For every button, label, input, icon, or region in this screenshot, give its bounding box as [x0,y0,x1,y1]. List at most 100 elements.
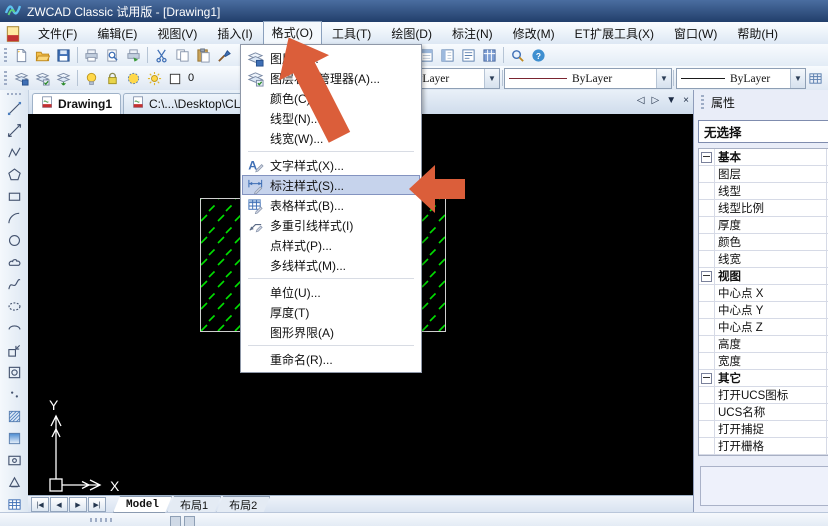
scroll-tabs-right-icon[interactable]: ▷ [652,95,660,106]
menubar-item[interactable]: 窗口(W) [664,21,727,46]
lineweight-combo[interactable]: ByLayer▼ [676,68,806,89]
property-row[interactable]: 中心点 X [699,285,828,302]
menubar-item[interactable]: 格式(O) [263,21,322,46]
layer-states-icon[interactable] [32,69,53,88]
layout-tab-model[interactable]: Model [113,496,172,513]
menu-item[interactable]: 颜色(C)... [242,88,420,108]
tab-list-icon[interactable]: ▼ [666,95,676,106]
mini-toolbar-icon[interactable] [170,516,181,526]
menubar-item[interactable]: 修改(M) [503,21,565,46]
toolbar-grip[interactable] [4,48,7,63]
menubar-item[interactable]: 插入(I) [207,21,262,46]
menu-item[interactable]: 线宽(W)... [242,128,420,148]
polygon-icon[interactable] [3,164,25,185]
property-row[interactable]: 中心点 Y [699,302,828,319]
menu-item[interactable]: 多线样式(M)... [242,255,420,275]
save-icon[interactable] [53,46,74,65]
circle-icon[interactable] [3,230,25,251]
prev-layout-button[interactable]: ◀ [50,497,68,512]
construction-line-icon[interactable] [3,120,25,141]
property-group-row[interactable]: 基本 [699,149,828,166]
property-row[interactable]: 打开UCS图标 [699,387,828,404]
palette-b-icon[interactable] [437,46,458,65]
arc-icon[interactable] [3,208,25,229]
freeze-icon[interactable] [123,69,144,88]
collapse-box-icon[interactable] [699,268,715,284]
menubar-item[interactable]: 视图(V) [147,21,207,46]
palette-d-icon[interactable] [479,46,500,65]
property-group-row[interactable]: 视图 [699,268,828,285]
print-preview-icon[interactable] [102,46,123,65]
hatch-icon[interactable] [3,406,25,427]
insert-block-icon[interactable] [3,340,25,361]
make-block-icon[interactable] [3,362,25,383]
menubar-item[interactable]: 绘图(D) [381,21,442,46]
property-row[interactable]: 线型比例 [699,200,828,217]
bulb-icon[interactable] [81,69,102,88]
property-row[interactable]: 打开捕捉 [699,421,828,438]
toolbar-grip[interactable] [7,93,21,95]
menu-item[interactable]: 单位(U)... [242,282,420,302]
lock-icon[interactable] [102,69,123,88]
doc-tab[interactable]: Drawing1 [32,93,121,114]
selection-combo[interactable]: 无选择 [698,120,828,143]
menu-item[interactable]: 图层(L)... [242,48,420,68]
spline-icon[interactable] [3,274,25,295]
rectangle-icon[interactable] [3,186,25,207]
palette-c-icon[interactable] [458,46,479,65]
menu-item[interactable]: 图层状态管理器(A)... [242,68,420,88]
mini-toolbar-icon[interactable] [184,516,195,526]
property-group-row[interactable]: 其它 [699,370,828,387]
lineweight-settings-icon[interactable] [805,69,826,88]
property-row[interactable]: 厚度 [699,217,828,234]
cut-icon[interactable] [151,46,172,65]
sun-icon[interactable] [144,69,165,88]
property-row[interactable]: 图层 [699,166,828,183]
match-brush-icon[interactable] [214,46,235,65]
panel-grip[interactable] [701,95,704,109]
property-row[interactable]: 打开栅格 [699,438,828,455]
property-row[interactable]: 线型 [699,183,828,200]
property-row[interactable]: 中心点 Z [699,319,828,336]
print-icon[interactable] [81,46,102,65]
plot-icon[interactable] [123,46,144,65]
layer-color-swatch[interactable] [165,69,186,88]
collapse-box-icon[interactable] [699,370,715,386]
collapse-box-icon[interactable] [699,149,715,165]
property-row[interactable]: 颜色 [699,234,828,251]
copy-icon[interactable] [172,46,193,65]
linetype-combo[interactable]: ByLayer▼ [504,68,672,89]
menu-item[interactable]: 线型(N)... [242,108,420,128]
menubar-item[interactable]: 帮助(H) [727,21,788,46]
line-icon[interactable] [3,98,25,119]
last-layout-button[interactable]: ▶| [88,497,106,512]
menu-item[interactable]: 厚度(T) [242,302,420,322]
menubar-item[interactable]: 文件(F) [28,21,87,46]
open-folder-icon[interactable] [32,46,53,65]
property-row[interactable]: UCS名称 [699,404,828,421]
menu-item[interactable]: 标注样式(S)... [242,175,420,195]
gradient-icon[interactable] [3,428,25,449]
menubar-item[interactable]: 编辑(E) [87,21,147,46]
layout-tab-布局2[interactable]: 布局2 [216,496,270,513]
help-icon[interactable]: ? [528,46,549,65]
menubar-item[interactable]: ET扩展工具(X) [565,21,664,46]
search-icon[interactable] [507,46,528,65]
layer-translate-icon[interactable] [53,69,74,88]
menu-item[interactable]: 表格样式(B)... [242,195,420,215]
menu-item[interactable]: 点样式(P)... [242,235,420,255]
ellipse-arc-icon[interactable] [3,318,25,339]
ellipse-icon[interactable] [3,296,25,317]
layer-props-icon[interactable] [11,69,32,88]
point-icon[interactable] [3,384,25,405]
menu-item[interactable]: A文字样式(X)... [242,155,420,175]
menu-item[interactable]: 多重引线样式(I) [242,215,420,235]
toolbar-grip[interactable] [4,71,7,86]
toolbar-grip[interactable] [90,518,114,522]
property-row[interactable]: 高度 [699,336,828,353]
paste-icon[interactable] [193,46,214,65]
menubar-item[interactable]: 工具(T) [322,21,381,46]
revision-cloud-icon[interactable] [3,252,25,273]
close-drawing-icon[interactable]: × [683,95,689,106]
chevron-down-icon[interactable]: ▼ [484,69,499,88]
